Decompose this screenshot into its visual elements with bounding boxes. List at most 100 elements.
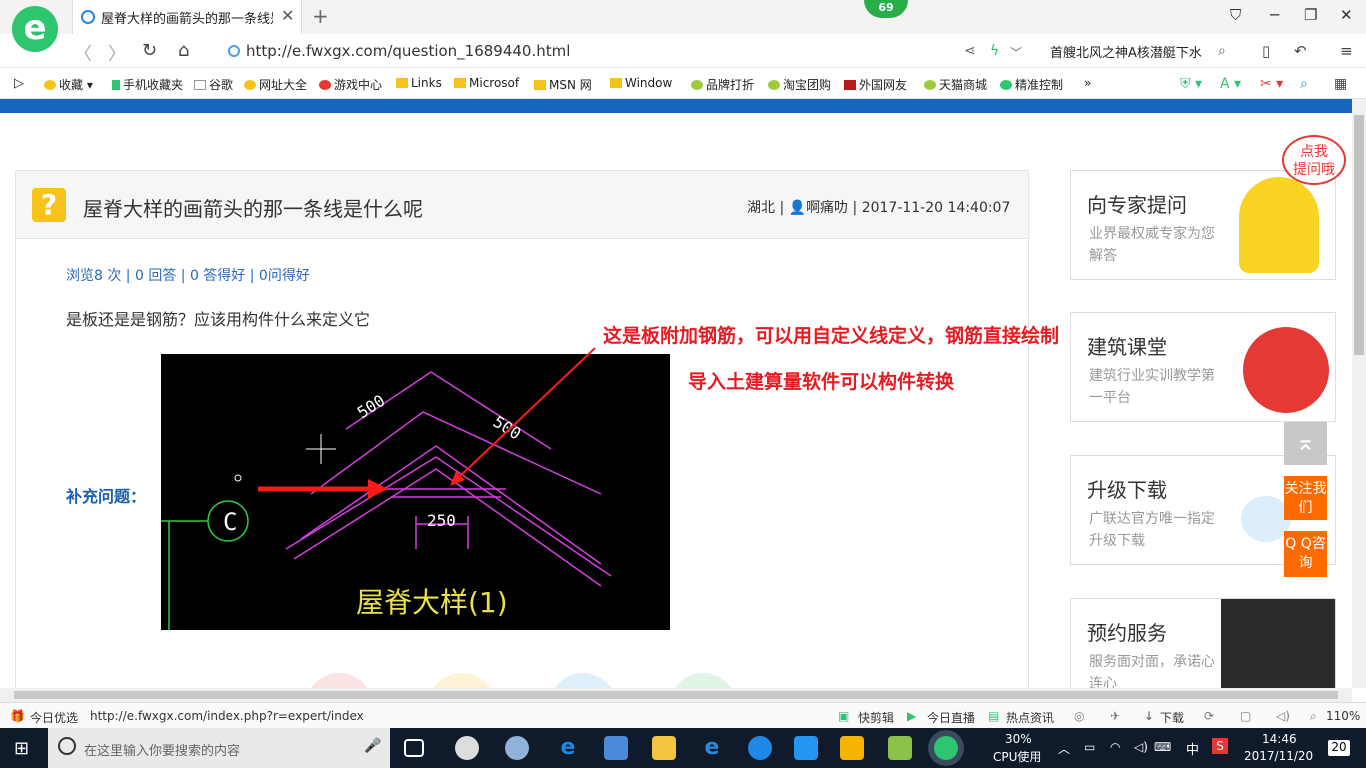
status-item[interactable]: 热点资讯 — [1006, 709, 1054, 726]
browser-logo-icon[interactable]: e — [12, 6, 58, 52]
refresh-button[interactable]: ↻ — [142, 40, 157, 61]
volume-icon[interactable]: ◁) — [1134, 740, 1148, 754]
refresh-icon[interactable]: ⟳ — [1204, 709, 1214, 723]
bookmark-item[interactable]: 收藏 ▾ — [44, 76, 93, 93]
browser-tab[interactable]: 屋脊大样的画箭头的那一条线是什 ✕ — [72, 0, 302, 34]
bookmark-item[interactable]: Window — [610, 76, 672, 90]
taskbar-search[interactable]: 在这里输入你要搜索的内容 🎤 — [48, 728, 390, 768]
phone-icon[interactable]: ▯ — [1262, 42, 1270, 60]
bookmark-item[interactable]: 天猫商城 — [924, 76, 987, 93]
search-input[interactable]: 首艘北风之神A核潜艇下水 — [1050, 42, 1220, 61]
close-tab-icon[interactable]: ✕ — [281, 6, 294, 25]
shirt-icon[interactable]: ⛉ — [1230, 6, 1241, 24]
lightning-icon[interactable]: ϟ — [990, 43, 999, 59]
store-icon[interactable] — [604, 736, 628, 760]
keyboard-icon[interactable]: ⌨ — [1154, 740, 1171, 754]
app-icon[interactable] — [455, 736, 479, 760]
scissors-icon[interactable]: ✂ ▾ — [1260, 76, 1283, 92]
shield-icon[interactable]: ⛨ ▾ — [1180, 76, 1202, 92]
bookmark-item[interactable]: 淘宝团购 — [768, 76, 831, 93]
app-icon[interactable] — [748, 736, 772, 760]
tray-arrow-icon[interactable]: ︿ — [1058, 740, 1070, 757]
more-bookmarks-button[interactable]: » — [1084, 76, 1091, 90]
horizontal-scrollbar[interactable] — [0, 688, 1352, 702]
microphone-icon[interactable]: 🎤 — [364, 738, 381, 754]
appointment-card[interactable]: 预约服务 服务面对面，承诺心连心 — [1070, 598, 1336, 688]
browser-taskbar-icon[interactable] — [934, 736, 958, 760]
building-class-card[interactable]: 建筑课堂 建筑行业实训教学第一平台 — [1070, 312, 1336, 422]
share-icon[interactable]: ⋖ — [964, 43, 976, 59]
battery-icon[interactable]: ▭ — [1084, 740, 1095, 754]
windows-start-icon[interactable]: ⊞ — [14, 738, 29, 759]
answer-annotation-1: 这是板附加钢筋，可以用自定义线定义，钢筋直接绘制 — [603, 325, 1060, 347]
cortana-icon — [58, 737, 76, 755]
play-icon: ▶ — [907, 709, 917, 723]
wifi-icon[interactable]: ◠ — [1110, 740, 1120, 754]
card-subtitle: 广联达官方唯一指定升级下载 — [1089, 511, 1215, 549]
close-window-button[interactable]: ✕ — [1340, 6, 1353, 24]
status-item[interactable]: 下载 — [1160, 709, 1184, 726]
forward-button[interactable]: 〉 — [108, 40, 126, 66]
ime-indicator[interactable]: 中 — [1186, 739, 1199, 758]
new-tab-button[interactable]: + — [312, 4, 329, 28]
bookmark-item[interactable]: 网址大全 — [244, 76, 307, 93]
speed-icon[interactable]: ◎ — [1074, 709, 1084, 723]
task-view-icon[interactable] — [404, 739, 424, 757]
app-icon[interactable] — [794, 736, 818, 760]
ask-bubble[interactable]: 点我 提问哦 — [1282, 135, 1346, 185]
clock-time[interactable]: 14:46 — [1262, 732, 1297, 746]
tab-bar: 屋脊大样的画箭头的那一条线是什 ✕ + 69 ⛉ ─ ❐ ✕ — [0, 0, 1366, 34]
clock-date[interactable]: 2017/11/20 — [1244, 749, 1313, 763]
scroll-thumb[interactable] — [1354, 115, 1364, 355]
status-item[interactable]: 今日直播 — [927, 709, 975, 726]
menu-icon[interactable]: ≡ — [1340, 42, 1353, 60]
translate-icon[interactable]: A ▾ — [1220, 76, 1241, 92]
app-icon[interactable] — [888, 736, 912, 760]
window-icon[interactable]: ▢ — [1240, 709, 1251, 723]
notification-badge[interactable]: 69 — [864, 0, 908, 18]
flag-icon — [844, 80, 856, 90]
bookmark-item[interactable]: 手机收藏夹 — [112, 76, 183, 93]
undo-icon[interactable]: ↶ — [1294, 42, 1307, 60]
follow-us-button[interactable]: 关注我们 — [1284, 476, 1327, 520]
volume-icon[interactable]: ◁) — [1276, 709, 1290, 723]
search-icon[interactable]: ⌕ — [1218, 43, 1226, 59]
url-input[interactable]: http://e.fwxgx.com/question_1689440.html — [246, 42, 570, 60]
sogou-icon[interactable]: S — [1212, 738, 1228, 754]
bookmark-item[interactable]: 品牌打折 — [691, 76, 754, 93]
star-icon — [44, 80, 56, 90]
card-subtitle: 业界最权威专家为您解答 — [1089, 226, 1215, 264]
zoom-level[interactable]: 110% — [1326, 709, 1360, 723]
back-to-top-button[interactable]: ⌅ — [1284, 422, 1327, 465]
home-button[interactable]: ⌂ — [178, 40, 189, 61]
taskbar-search-input[interactable]: 在这里输入你要搜索的内容 — [84, 740, 240, 759]
bookmark-item[interactable]: 游戏中心 — [319, 76, 382, 93]
chevron-down-icon[interactable]: ﹀ — [1010, 44, 1022, 61]
minimize-button[interactable]: ─ — [1270, 6, 1279, 24]
bookmark-item[interactable]: Microsof — [454, 76, 519, 90]
scroll-thumb[interactable] — [14, 691, 1338, 699]
apps-icon[interactable]: ▦ — [1334, 76, 1347, 92]
gift-icon: 🎁 — [10, 709, 25, 723]
bookmark-item[interactable]: Links — [396, 76, 442, 90]
notification-center-badge[interactable]: 20 — [1328, 740, 1350, 756]
qq-consult-button[interactable]: Q Q咨询 — [1284, 531, 1327, 577]
vertical-scrollbar[interactable] — [1352, 99, 1366, 688]
app-icon[interactable] — [505, 736, 529, 760]
bookmark-item[interactable]: 精准控制 — [1000, 76, 1063, 93]
file-explorer-icon[interactable] — [652, 736, 676, 760]
status-item[interactable]: 快剪辑 — [858, 709, 894, 726]
ie-icon[interactable]: e — [700, 736, 724, 760]
bookmark-item[interactable]: 谷歌 — [194, 76, 233, 93]
search-icon[interactable]: ⌕ — [1300, 76, 1308, 92]
back-button[interactable]: 〈 — [74, 40, 92, 66]
status-promo[interactable]: 今日优选 — [30, 709, 78, 726]
app-icon[interactable] — [840, 736, 864, 760]
bookmark-item[interactable]: 外国网友 — [844, 76, 907, 93]
edge-icon[interactable]: e — [556, 736, 580, 760]
ask-expert-card[interactable]: 向专家提问 业界最权威专家为您解答 — [1070, 170, 1336, 280]
pin-icon[interactable]: ✈ — [1110, 709, 1120, 723]
bookmark-item[interactable]: MSN 网 — [534, 76, 592, 93]
restore-button[interactable]: ❐ — [1304, 6, 1317, 24]
sidebar-toggle-icon[interactable]: ▷ — [14, 76, 24, 91]
